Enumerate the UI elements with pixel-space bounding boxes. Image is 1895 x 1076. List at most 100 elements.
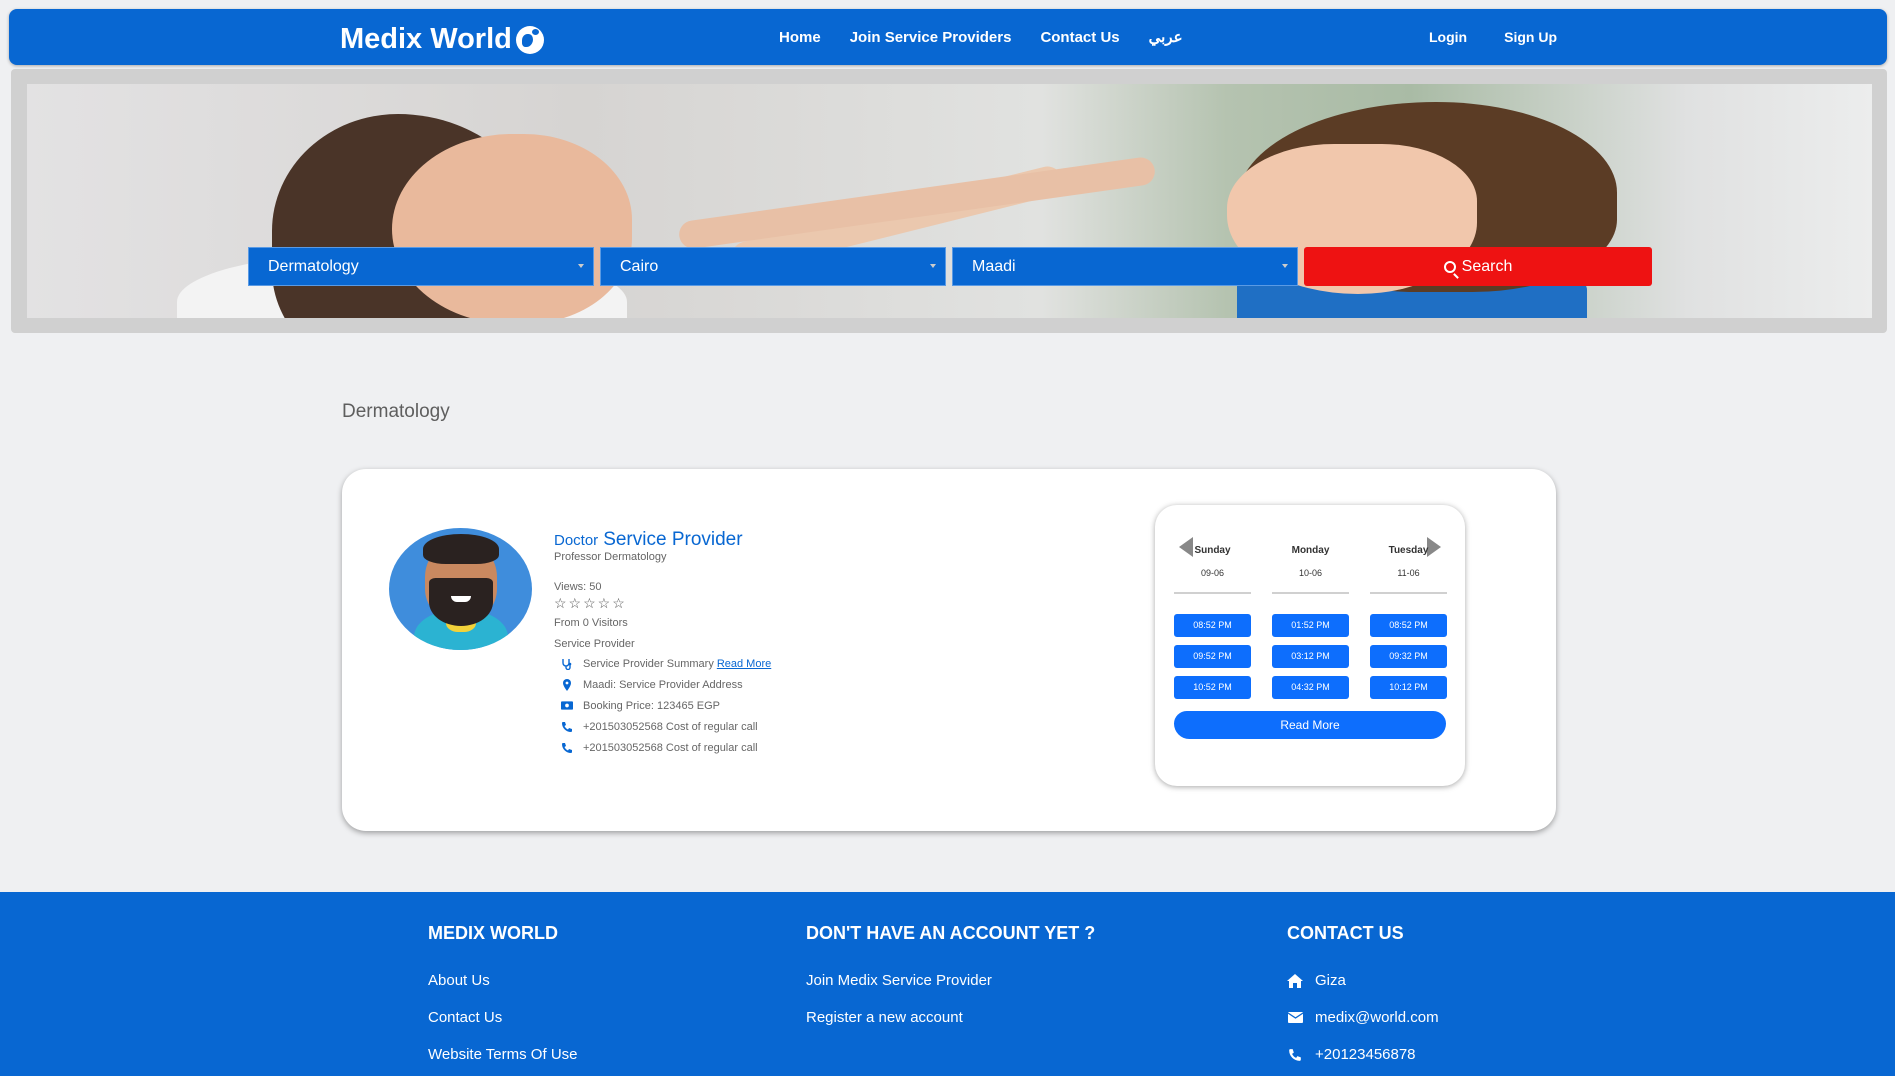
globe-icon xyxy=(515,25,544,54)
divider xyxy=(1272,592,1349,594)
time-slot-button[interactable]: 08:52 PM xyxy=(1174,614,1251,637)
phone-icon xyxy=(1287,1048,1303,1062)
specialty-value: Dermatology xyxy=(268,257,359,275)
city-value: Cairo xyxy=(620,257,659,275)
footer-join-provider-link[interactable]: Join Medix Service Provider xyxy=(806,962,1095,999)
search-bar: Dermatology Cairo Maadi Search xyxy=(248,247,1652,286)
footer-heading: DON'T HAVE AN ACCOUNT YET ? xyxy=(806,923,1096,943)
day-label: Monday xyxy=(1291,545,1330,556)
doctor-name[interactable]: Doctor Service Provider xyxy=(554,529,771,551)
hero-arm xyxy=(677,155,1157,251)
schedule-day-tuesday: Tuesday 11-06 08:52 PM 09:32 PM 10:12 PM xyxy=(1370,545,1447,699)
doctor-title: Professor Dermatology xyxy=(554,551,667,563)
footer-address-text: Giza xyxy=(1315,972,1346,989)
stethoscope-icon xyxy=(561,658,573,670)
address-text: Maadi: Service Provider Address xyxy=(583,678,743,691)
nav-home-link[interactable]: Home xyxy=(779,29,821,46)
doctor-prefix: Doctor xyxy=(554,532,599,549)
time-slot-button[interactable]: 10:12 PM xyxy=(1370,676,1447,699)
provider-label: Service Provider xyxy=(554,638,635,650)
footer-email[interactable]: medix@world.com xyxy=(1287,999,1439,1036)
time-slot-button[interactable]: 01:52 PM xyxy=(1272,614,1349,637)
schedule-widget: Sunday 09-06 08:52 PM 09:52 PM 10:52 PM … xyxy=(1155,505,1465,786)
summary-row: Service Provider Summary Read More xyxy=(554,653,771,674)
footer: MEDIX WORLD About Us Contact Us Website … xyxy=(0,892,1895,1076)
chevron-down-icon xyxy=(1282,264,1288,268)
footer-about-link[interactable]: About Us xyxy=(428,962,578,999)
summary-text: Service Provider Summary Read More xyxy=(583,658,771,670)
footer-heading: CONTACT US xyxy=(1287,923,1404,943)
time-slot-button[interactable]: 08:52 PM xyxy=(1370,614,1447,637)
price-row: Booking Price: 123465 EGP xyxy=(554,695,771,716)
schedule-day-monday: Monday 10-06 01:52 PM 03:12 PM 04:32 PM xyxy=(1272,545,1349,699)
time-slot-button[interactable]: 09:52 PM xyxy=(1174,645,1251,668)
day-label: Sunday xyxy=(1194,545,1231,556)
phone-text-2[interactable]: +201503052568 Cost of regular call xyxy=(583,742,758,754)
avatar-mouth xyxy=(451,596,471,602)
time-slot-button[interactable]: 03:12 PM xyxy=(1272,645,1349,668)
doctor-info: Doctor Service Provider Professor Dermato… xyxy=(554,529,771,758)
avatar-beard xyxy=(429,578,493,626)
area-select[interactable]: Maadi xyxy=(952,247,1298,286)
schedule-read-more-button[interactable]: Read More xyxy=(1174,711,1446,739)
schedule-day-sunday: Sunday 09-06 08:52 PM 09:52 PM 10:52 PM xyxy=(1174,545,1251,699)
phone-row-2: +201503052568 Cost of regular call xyxy=(554,737,771,758)
footer-email-text[interactable]: medix@world.com xyxy=(1315,1009,1439,1026)
avatar-hair xyxy=(423,534,499,564)
location-icon xyxy=(561,678,573,691)
date-label: 11-06 xyxy=(1397,568,1420,578)
top-navbar: Medix World Home Join Service Providers … xyxy=(9,9,1887,65)
footer-phone[interactable]: +20123456878 xyxy=(1287,1036,1439,1073)
footer-terms-link[interactable]: Website Terms Of Use xyxy=(428,1036,578,1073)
doctor-card: Doctor Service Provider Professor Dermato… xyxy=(342,469,1556,831)
time-slot-button[interactable]: 09:32 PM xyxy=(1370,645,1447,668)
visitors-count: From 0 Visitors xyxy=(554,617,628,629)
time-slot-button[interactable]: 10:52 PM xyxy=(1174,676,1251,699)
date-label: 10-06 xyxy=(1298,568,1323,578)
footer-contact-link[interactable]: Contact Us xyxy=(428,999,578,1036)
footer-col-contact: CONTACT US Giza medix@world.com +2012345… xyxy=(1287,923,1439,1073)
price-text: Booking Price: 123465 EGP xyxy=(583,699,720,712)
nav-contact-link[interactable]: Contact Us xyxy=(1040,29,1119,46)
city-select[interactable]: Cairo xyxy=(600,247,946,286)
section-title: Dermatology xyxy=(342,401,450,422)
area-value: Maadi xyxy=(972,257,1016,275)
footer-col-account: DON'T HAVE AN ACCOUNT YET ? Join Medix S… xyxy=(806,923,1095,1036)
time-slot-button[interactable]: 04:32 PM xyxy=(1272,676,1349,699)
avatar xyxy=(389,528,532,650)
phone-icon xyxy=(561,742,573,754)
logo-text[interactable]: Medix World xyxy=(340,23,512,56)
logo[interactable]: Medix World xyxy=(340,23,544,56)
search-icon xyxy=(1443,260,1456,273)
footer-address: Giza xyxy=(1287,962,1439,999)
summary-read-more-link[interactable]: Read More xyxy=(717,658,771,670)
money-icon xyxy=(561,700,573,712)
summary-label: Service Provider Summary xyxy=(583,657,714,670)
chevron-down-icon xyxy=(578,264,584,268)
specialty-select[interactable]: Dermatology xyxy=(248,247,594,286)
signup-link[interactable]: Sign Up xyxy=(1504,29,1557,45)
footer-heading: MEDIX WORLD xyxy=(428,923,558,943)
login-link[interactable]: Login xyxy=(1429,29,1467,45)
views-count: Views: 50 xyxy=(554,581,602,593)
hero-doctor-face xyxy=(392,134,632,318)
nav-join-providers-link[interactable]: Join Service Providers xyxy=(850,29,1012,46)
home-icon xyxy=(1287,973,1303,988)
day-label: Tuesday xyxy=(1388,545,1429,556)
main-nav: Home Join Service Providers Contact Us ع… xyxy=(779,9,1183,65)
auth-links: Login Sign Up xyxy=(1429,9,1557,65)
search-button[interactable]: Search xyxy=(1304,247,1652,286)
date-label: 09-06 xyxy=(1200,568,1225,578)
divider xyxy=(1174,592,1251,594)
divider xyxy=(1370,592,1447,594)
footer-phone-text[interactable]: +20123456878 xyxy=(1315,1046,1416,1063)
chevron-down-icon xyxy=(930,264,936,268)
doctor-name-text[interactable]: Service Provider xyxy=(603,529,742,550)
address-row: Maadi: Service Provider Address xyxy=(554,674,771,695)
footer-col-medix: MEDIX WORLD About Us Contact Us Website … xyxy=(428,923,578,1073)
phone-text-1[interactable]: +201503052568 Cost of regular call xyxy=(583,721,758,733)
search-button-label: Search xyxy=(1461,257,1513,275)
footer-register-link[interactable]: Register a new account xyxy=(806,999,1095,1036)
nav-language-link[interactable]: عربي xyxy=(1149,28,1183,46)
rating-stars: ☆☆☆☆☆ xyxy=(554,595,627,611)
